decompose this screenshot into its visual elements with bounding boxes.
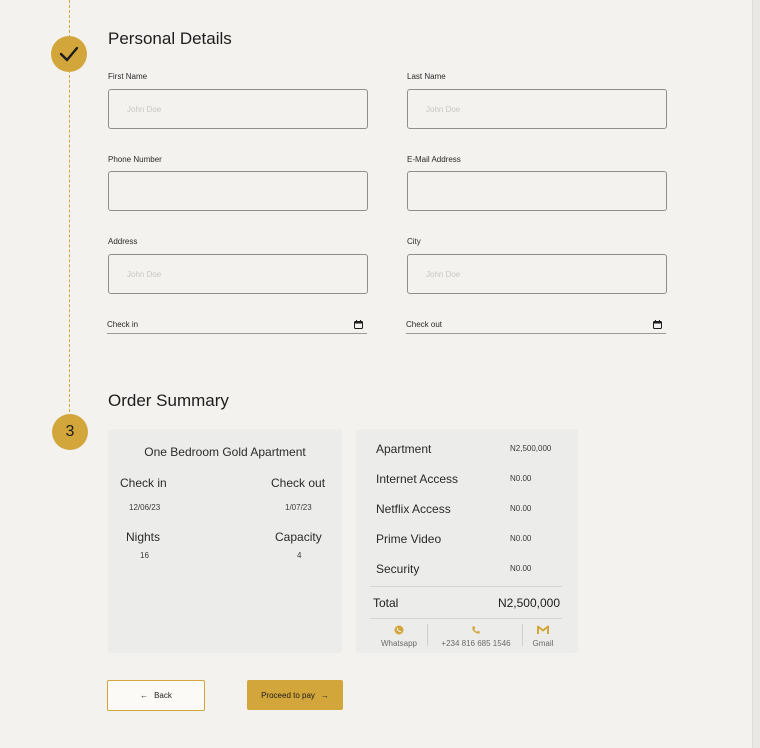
phone-label: Phone Number	[108, 155, 162, 164]
proceed-to-pay-button[interactable]: Proceed to pay →	[247, 680, 343, 710]
calendar-icon[interactable]	[354, 320, 363, 329]
personal-details-title: Personal Details	[108, 29, 232, 48]
back-button-label: Back	[154, 691, 172, 700]
contact-separator	[427, 624, 428, 646]
price-row-label: Netflix Access	[376, 502, 451, 516]
last-name-label: Last Name	[407, 72, 446, 81]
check-out-summary-value: 1/07/23	[285, 503, 312, 512]
phone-contact[interactable]: +234 816 685 1546	[434, 625, 518, 648]
last-name-input[interactable]: John Doe	[407, 89, 667, 129]
city-label: City	[407, 237, 421, 246]
order-summary-title: Order Summary	[108, 391, 229, 410]
address-label: Address	[108, 237, 138, 246]
back-button[interactable]: ← Back	[107, 680, 205, 711]
address-input[interactable]: John Doe	[108, 254, 368, 294]
first-name-input[interactable]: John Doe	[108, 89, 368, 129]
price-breakdown-card: Apartment N2,500,000 Internet Access N0.…	[356, 429, 578, 653]
gmail-contact[interactable]: Gmail	[526, 625, 560, 648]
price-row-label: Security	[376, 562, 420, 576]
capacity-label: Capacity	[275, 530, 322, 544]
check-in-summary-label: Check in	[120, 476, 167, 490]
phone-icon	[472, 626, 480, 634]
divider	[370, 586, 562, 587]
page-edge	[752, 0, 760, 748]
price-row-label: Apartment	[376, 442, 432, 456]
price-row-value: N0.00	[510, 504, 532, 513]
price-row-value: N0.00	[510, 474, 532, 483]
contact-separator	[522, 624, 523, 646]
price-row-value: N2,500,000	[510, 444, 552, 453]
price-row-value: N0.00	[510, 564, 532, 573]
phone-input[interactable]	[108, 171, 368, 211]
email-input[interactable]	[407, 171, 667, 211]
whatsapp-label: Whatsapp	[380, 639, 418, 648]
price-row-value: N0.00	[510, 534, 532, 543]
price-row-label: Prime Video	[376, 532, 442, 546]
gmail-icon	[537, 625, 549, 634]
total-value: N2,500,000	[497, 596, 560, 610]
divider	[370, 618, 562, 619]
arrow-right-icon: →	[320, 690, 329, 700]
check-in-summary-value: 12/06/23	[129, 503, 161, 512]
apartment-name: One Bedroom Gold Apartment	[144, 445, 306, 459]
capacity-value: 4	[297, 551, 302, 560]
total-label: Total	[373, 596, 399, 610]
nights-value: 16	[140, 551, 149, 560]
check-out-summary-label: Check out	[271, 476, 326, 490]
check-out-label: Check out	[406, 320, 443, 329]
phone-number: +234 816 685 1546	[441, 639, 511, 648]
check-in-label: Check in	[107, 320, 139, 329]
gmail-label: Gmail	[532, 639, 554, 648]
city-input[interactable]: John Doe	[407, 254, 667, 294]
check-in-date-field[interactable]: Check in	[107, 320, 367, 334]
step-completed-indicator	[51, 36, 87, 72]
step-number-badge: 3	[52, 414, 88, 450]
check-icon	[59, 46, 79, 62]
price-row-label: Internet Access	[376, 472, 459, 486]
booking-summary-card: One Bedroom Gold Apartment Check in 12/0…	[108, 429, 342, 653]
calendar-icon[interactable]	[653, 320, 662, 329]
nights-label: Nights	[126, 530, 161, 544]
arrow-left-icon: ←	[140, 691, 149, 700]
whatsapp-icon	[394, 625, 404, 635]
proceed-button-label: Proceed to pay	[261, 690, 315, 700]
email-label: E-Mail Address	[407, 155, 461, 164]
check-out-date-field[interactable]: Check out	[406, 320, 666, 334]
whatsapp-contact[interactable]: Whatsapp	[376, 625, 422, 648]
first-name-label: First Name	[108, 72, 148, 81]
